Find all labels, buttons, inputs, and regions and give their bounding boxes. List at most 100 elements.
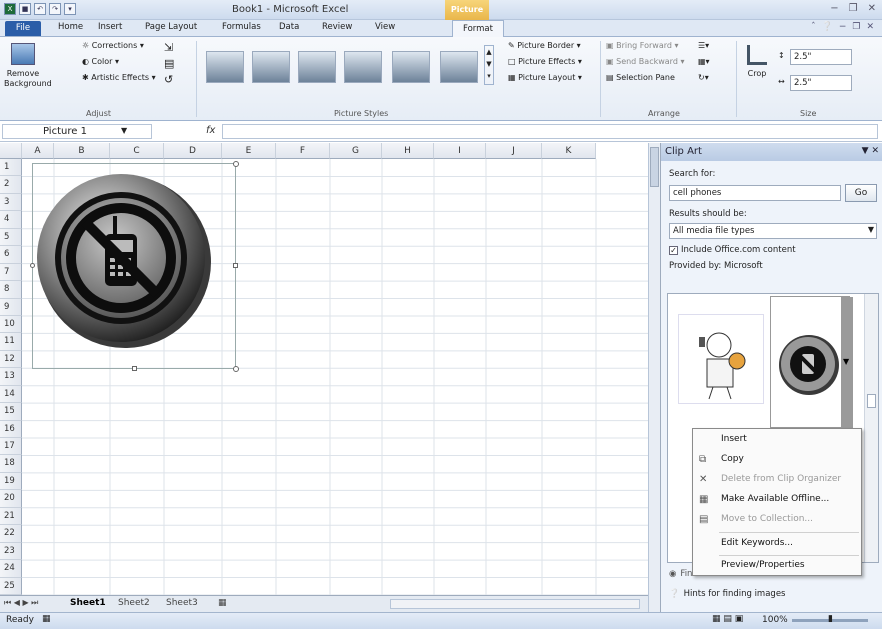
tab-insert[interactable]: Insert bbox=[98, 22, 122, 32]
bring-forward-button[interactable]: ▣ Bring Forward ▾ bbox=[606, 41, 679, 50]
menu-item-preview[interactable]: Preview/Properties bbox=[693, 557, 861, 577]
sheet-tab-3[interactable]: Sheet3 bbox=[166, 598, 198, 608]
sheet-tab-1[interactable]: Sheet1 bbox=[70, 598, 106, 608]
picture-border-button[interactable]: ✎ Picture Border ▾ bbox=[508, 41, 581, 50]
row-header-16[interactable]: 16 bbox=[0, 420, 22, 439]
workbook-close-icon[interactable]: ✕ bbox=[866, 22, 874, 32]
column-header-e[interactable]: E bbox=[222, 143, 276, 159]
send-backward-button[interactable]: ▣ Send Backward ▾ bbox=[606, 57, 684, 66]
sheet-tab-2[interactable]: Sheet2 bbox=[118, 598, 150, 608]
column-header-f[interactable]: F bbox=[276, 143, 330, 159]
picture-style-4[interactable] bbox=[344, 51, 382, 83]
view-buttons[interactable]: ▦ ▤ ▣ bbox=[712, 614, 743, 624]
menu-item-delete[interactable]: ✕ Delete from Clip Organizer bbox=[693, 471, 861, 491]
insert-sheet-icon[interactable]: ▦ bbox=[218, 598, 227, 608]
crop-button[interactable]: Crop bbox=[742, 45, 772, 95]
align-icon[interactable]: ☰▾ bbox=[698, 41, 709, 50]
tab-review[interactable]: Review bbox=[322, 22, 352, 32]
picture-selection-frame[interactable] bbox=[30, 161, 239, 372]
go-button[interactable]: Go bbox=[845, 184, 877, 202]
workbook-restore-icon[interactable]: ❐ bbox=[852, 22, 860, 32]
scroll-thumb[interactable] bbox=[650, 147, 659, 187]
tab-page-layout[interactable]: Page Layout bbox=[145, 22, 197, 32]
row-header-25[interactable]: 25 bbox=[0, 577, 22, 595]
row-header-19[interactable]: 19 bbox=[0, 472, 22, 491]
height-field[interactable]: 2.5" bbox=[790, 49, 852, 65]
sheet-nav-icons[interactable]: ⏮ ◀ ▶ ⏭ bbox=[4, 598, 38, 608]
change-picture-icon[interactable]: ▤ bbox=[164, 57, 174, 70]
group-icon[interactable]: ▦▾ bbox=[698, 57, 710, 66]
row-header-7[interactable]: 7 bbox=[0, 263, 22, 282]
workbook-minimize-icon[interactable]: − bbox=[839, 22, 847, 32]
row-header-23[interactable]: 23 bbox=[0, 542, 22, 561]
select-all-corner[interactable] bbox=[0, 143, 22, 159]
row-header-1[interactable]: 1 bbox=[0, 159, 22, 177]
pane-options-icon[interactable]: ▼ ✕ bbox=[862, 146, 879, 156]
row-header-2[interactable]: 2 bbox=[0, 176, 22, 194]
excel-icon[interactable]: X bbox=[4, 3, 16, 15]
picture-style-3[interactable] bbox=[298, 51, 336, 83]
media-type-select[interactable]: All media file types ▼ bbox=[669, 223, 877, 239]
row-header-13[interactable]: 13 bbox=[0, 368, 22, 386]
picture-style-6[interactable] bbox=[440, 51, 478, 83]
save-icon[interactable]: ■ bbox=[19, 3, 31, 15]
row-header-21[interactable]: 21 bbox=[0, 507, 22, 526]
horizontal-scrollbar[interactable] bbox=[390, 599, 640, 609]
tab-data[interactable]: Data bbox=[279, 22, 299, 32]
formula-input[interactable] bbox=[222, 124, 878, 139]
tab-view[interactable]: View bbox=[375, 22, 395, 32]
menu-item-move[interactable]: ▤ Move to Collection... bbox=[693, 511, 861, 531]
picture-style-5[interactable] bbox=[392, 51, 430, 83]
insert-function-button[interactable]: fx bbox=[206, 125, 215, 136]
row-header-17[interactable]: 17 bbox=[0, 438, 22, 456]
column-header-b[interactable]: B bbox=[54, 143, 110, 159]
picture-style-1[interactable] bbox=[206, 51, 244, 83]
worksheet-grid[interactable]: ABCDEFGHIJK 1 2 3 4 5 6 7 8 9 10 11 12 13 14 15 16 17 18 1… bbox=[0, 143, 648, 595]
row-header-6[interactable]: 6 bbox=[0, 246, 22, 264]
clip-result-cartoon[interactable] bbox=[678, 314, 764, 404]
row-header-15[interactable]: 15 bbox=[0, 403, 22, 421]
tab-file[interactable]: File bbox=[5, 21, 41, 36]
row-header-8[interactable]: 8 bbox=[0, 281, 22, 299]
resize-handle[interactable] bbox=[30, 263, 35, 268]
picture-effects-button[interactable]: □ Picture Effects ▾ bbox=[508, 57, 582, 66]
row-header-22[interactable]: 22 bbox=[0, 525, 22, 543]
artistic-effects-button[interactable]: ✱ Artistic Effects ▾ bbox=[82, 73, 156, 82]
results-scrollbar[interactable] bbox=[864, 294, 878, 562]
macro-record-icon[interactable]: ▦ bbox=[42, 614, 51, 624]
column-header-d[interactable]: D bbox=[164, 143, 222, 159]
menu-item-copy[interactable]: ⧉ Copy bbox=[693, 451, 861, 471]
search-input[interactable]: cell phones bbox=[669, 185, 841, 201]
column-header-g[interactable]: G bbox=[330, 143, 382, 159]
column-header-j[interactable]: J bbox=[486, 143, 542, 159]
close-icon[interactable]: ✕ bbox=[868, 3, 876, 14]
row-header-18[interactable]: 18 bbox=[0, 455, 22, 473]
clip-result-no-phone[interactable]: ▼ bbox=[770, 296, 853, 429]
minimize-icon[interactable]: − bbox=[830, 3, 838, 14]
vertical-scrollbar[interactable] bbox=[648, 143, 660, 612]
picture-style-2[interactable] bbox=[252, 51, 290, 83]
column-header-i[interactable]: I bbox=[434, 143, 486, 159]
clip-dropdown-button[interactable]: ▼ bbox=[841, 297, 853, 429]
tab-format[interactable]: Format bbox=[452, 20, 504, 38]
no-cell-phone-picture[interactable] bbox=[33, 164, 237, 370]
row-header-9[interactable]: 9 bbox=[0, 298, 22, 316]
resize-handle[interactable] bbox=[233, 263, 238, 268]
row-header-4[interactable]: 4 bbox=[0, 211, 22, 229]
hints-link[interactable]: ❔ Hints for finding images bbox=[669, 589, 785, 599]
name-box-dropdown-icon[interactable]: ▼ bbox=[121, 126, 127, 135]
results-scroll-thumb[interactable] bbox=[867, 394, 876, 408]
menu-item-insert[interactable]: Insert bbox=[693, 431, 861, 451]
zoom-level[interactable]: 100% bbox=[762, 615, 788, 625]
row-header-14[interactable]: 14 bbox=[0, 385, 22, 404]
compress-pictures-icon[interactable]: ⇲ bbox=[164, 41, 173, 54]
ribbon-minimize-icon[interactable]: ˆ bbox=[811, 22, 816, 32]
remove-background-button[interactable]: Remove Background bbox=[4, 43, 52, 99]
help-icon[interactable]: ❔ bbox=[822, 22, 833, 32]
row-header-10[interactable]: 10 bbox=[0, 315, 22, 334]
tab-formulas[interactable]: Formulas bbox=[222, 22, 261, 32]
row-header-20[interactable]: 20 bbox=[0, 490, 22, 508]
resize-handle[interactable] bbox=[233, 161, 239, 167]
picture-layout-button[interactable]: ▦ Picture Layout ▾ bbox=[508, 73, 582, 82]
width-field[interactable]: 2.5" bbox=[790, 75, 852, 91]
